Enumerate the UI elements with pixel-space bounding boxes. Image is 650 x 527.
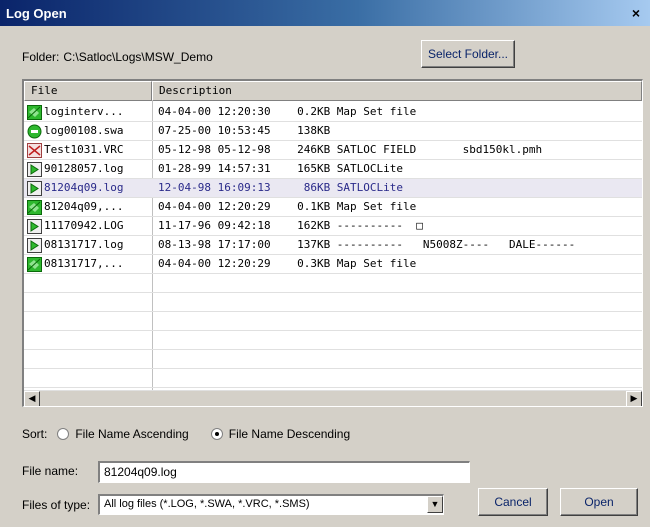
window-title: Log Open — [6, 5, 67, 21]
list-header: File Description — [24, 81, 642, 101]
filetype-value: All log files (*.LOG, *.SWA, *.VRC, *.SM… — [104, 498, 310, 510]
empty-list-row — [24, 312, 642, 331]
list-item[interactable]: loginterv... 04-04-00 12:20:30 0.2KB Map … — [24, 103, 642, 122]
description-cell: 07-25-00 10:53:45 138KB — [158, 124, 331, 137]
empty-list-row — [24, 369, 642, 388]
horizontal-scrollbar[interactable]: ◀ ▶ — [24, 390, 642, 406]
log-file-icon — [27, 219, 42, 234]
filename-input[interactable]: 81204q09.log — [98, 461, 470, 483]
empty-list-row — [24, 331, 642, 350]
title-bar[interactable]: Log Open × — [0, 0, 650, 26]
description-cell: 08-13-98 17:17:00 137KB ---------- N5008… — [158, 238, 576, 251]
sort-descending-option[interactable]: File Name Descending — [210, 427, 351, 441]
file-name-cell: 90128057.log — [44, 162, 124, 175]
map-set-icon — [27, 257, 42, 272]
file-name-cell: loginterv... — [44, 105, 124, 118]
list-item[interactable]: Test1031.VRC 05-12-98 05-12-98 246KB SATL… — [24, 141, 642, 160]
empty-list-row — [24, 274, 642, 293]
sort-ascending-label: File Name Ascending — [75, 427, 189, 441]
sort-row: Sort: File Name Ascending File Name Desc… — [22, 425, 350, 443]
log-file-icon — [27, 162, 42, 177]
log-file-icon — [27, 181, 42, 196]
filetype-select[interactable]: All log files (*.LOG, *.SWA, *.VRC, *.SM… — [98, 494, 444, 515]
map-set-icon — [27, 105, 42, 120]
file-name-cell: 81204q09.log — [44, 181, 124, 194]
folder-row: Folder: C:\Satloc\Logs\MSW_Demo — [22, 44, 213, 70]
map-set-icon — [27, 200, 42, 215]
chevron-down-icon[interactable]: ▼ — [427, 496, 443, 513]
description-cell: 12-04-98 16:09:13 86KB SATLOCLite — [158, 181, 404, 194]
sort-ascending-option[interactable]: File Name Ascending — [57, 427, 189, 441]
column-header-file[interactable]: File — [24, 81, 152, 101]
list-item[interactable]: 08131717.log 08-13-98 17:17:00 137KB ----… — [24, 236, 642, 255]
cancel-button[interactable]: Cancel — [478, 488, 548, 516]
log-file-icon — [27, 238, 42, 253]
list-item[interactable]: 81204q09,... 04-04-00 12:20:29 0.1KB Map … — [24, 198, 642, 217]
file-list[interactable]: File Description loginterv... 04-04-00 12… — [22, 79, 643, 407]
log-open-dialog: Log Open × Folder: C:\Satloc\Logs\MSW_De… — [0, 0, 650, 527]
column-header-description[interactable]: Description — [152, 81, 642, 101]
sort-label: Sort: — [22, 427, 48, 441]
swa-file-icon — [27, 124, 42, 139]
sort-descending-label: File Name Descending — [228, 427, 351, 441]
list-item[interactable]: 11170942.LOG 11-17-96 09:42:18 162KB ----… — [24, 217, 642, 236]
file-name-cell: 81204q09,... — [44, 200, 124, 213]
empty-list-row — [24, 293, 642, 312]
sort-ascending-radio[interactable] — [57, 428, 70, 440]
file-name-cell: Test1031.VRC — [44, 143, 124, 156]
filename-row: File name: — [22, 460, 78, 482]
filetype-label: Files of type: — [22, 498, 91, 512]
file-name-cell: 08131717.log — [44, 238, 124, 251]
file-name-cell: 11170942.LOG — [44, 219, 124, 232]
description-cell: 01-28-99 14:57:31 165KB SATLOCLite — [158, 162, 404, 175]
vrc-file-icon — [27, 143, 42, 158]
description-cell: 04-04-00 12:20:29 0.1KB Map Set file — [158, 200, 417, 213]
close-icon[interactable]: × — [628, 5, 644, 21]
empty-list-row — [24, 350, 642, 369]
list-item[interactable]: 81204q09.log 12-04-98 16:09:13 86KB SATLO… — [24, 179, 642, 198]
sort-descending-radio[interactable] — [210, 428, 223, 440]
filetype-row: Files of type: — [22, 494, 90, 516]
folder-path: C:\Satloc\Logs\MSW_Demo — [63, 50, 213, 64]
description-cell: 04-04-00 12:20:29 0.3KB Map Set file — [158, 257, 417, 270]
list-item[interactable]: 08131717,... 04-04-00 12:20:29 0.3KB Map … — [24, 255, 642, 274]
filename-label: File name: — [22, 464, 79, 478]
list-item[interactable]: log00108.swa 07-25-00 10:53:45 138KB — [24, 122, 642, 141]
file-name-cell: log00108.swa — [44, 124, 124, 137]
file-name-cell: 08131717,... — [44, 257, 124, 270]
scroll-left-button[interactable]: ◀ — [24, 391, 40, 406]
select-folder-button[interactable]: Select Folder... — [421, 40, 515, 68]
file-rows: loginterv... 04-04-00 12:20:30 0.2KB Map … — [24, 103, 642, 388]
description-cell: 04-04-00 12:20:30 0.2KB Map Set file — [158, 105, 417, 118]
scroll-right-button[interactable]: ▶ — [626, 391, 642, 406]
description-cell: 11-17-96 09:42:18 162KB ---------- □ — [158, 219, 423, 232]
folder-label: Folder: — [22, 50, 60, 64]
description-cell: 05-12-98 05-12-98 246KB SATLOC FIELD sbd… — [158, 143, 543, 156]
open-button[interactable]: Open — [560, 488, 638, 516]
list-item[interactable]: 90128057.log 01-28-99 14:57:31 165KB SATL… — [24, 160, 642, 179]
